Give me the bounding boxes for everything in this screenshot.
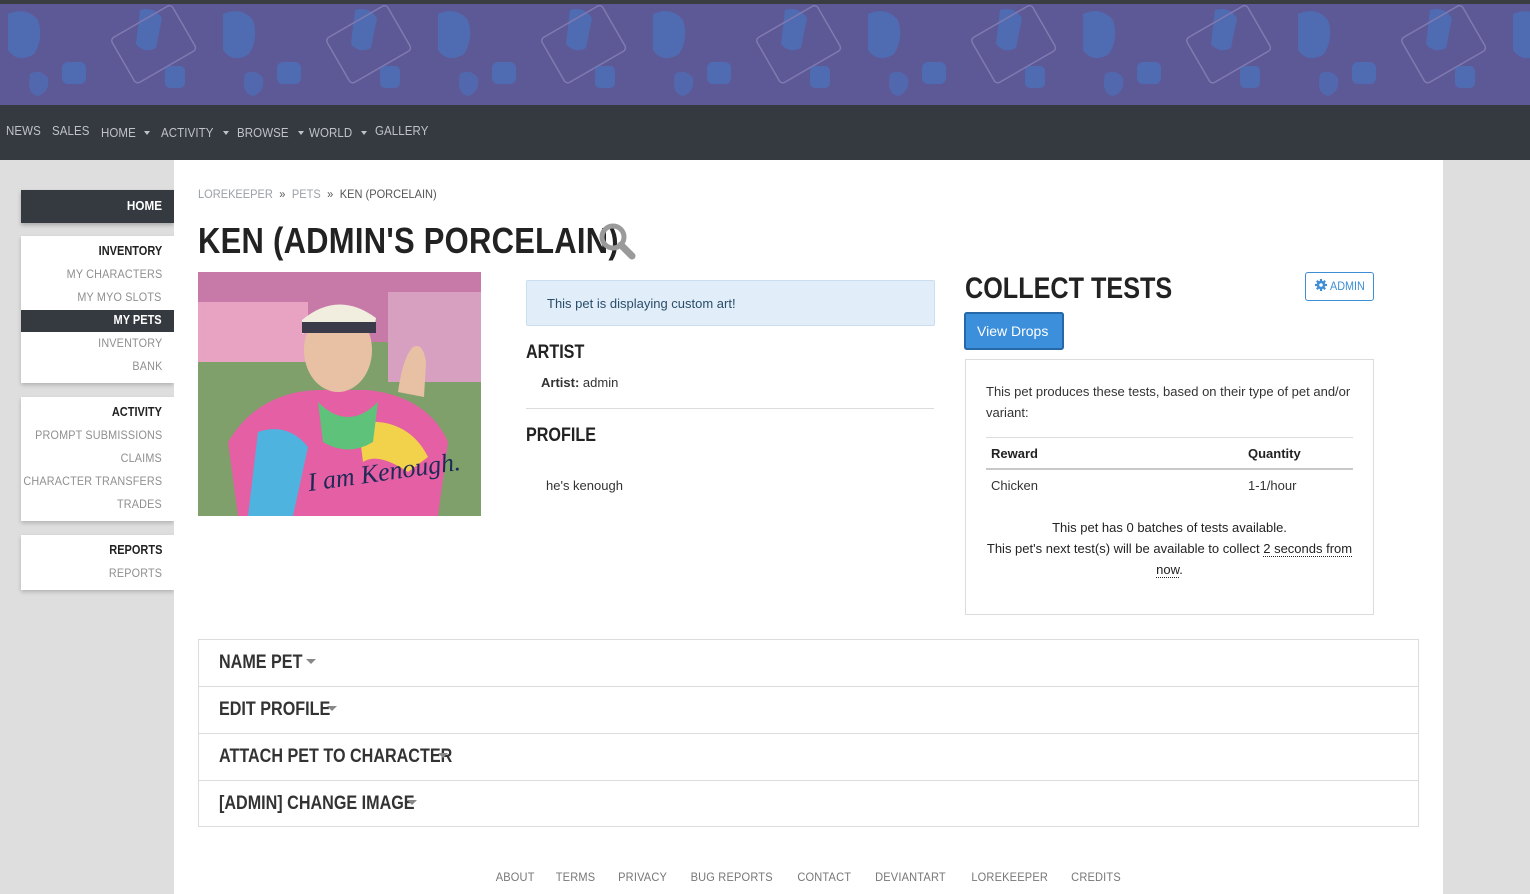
- main-content: LOREKEEPER» PETS» KEN (PORCELAIN) KEN (ADM…: [174, 160, 1443, 894]
- sidebar-heading-activity: ACTIVITY: [111, 405, 162, 419]
- pet-image: I am Kenough.: [198, 272, 481, 516]
- breadcrumb-pets[interactable]: PETS: [292, 187, 321, 201]
- table-top-border: [986, 437, 1353, 438]
- sidebar-heading-inventory: INVENTORY: [98, 244, 162, 258]
- next-collect-time: 2 seconds from: [1263, 541, 1353, 557]
- artist-label: Artist:: [541, 375, 580, 390]
- custom-art-alert: This pet is displaying custom art!: [526, 280, 935, 326]
- accordion-name-pet[interactable]: NAME PET: [199, 640, 1418, 686]
- artist-line: Artist: admin: [541, 375, 618, 390]
- footer-credits[interactable]: CREDITS: [1072, 870, 1122, 884]
- nav-activity[interactable]: ACTIVITY: [161, 124, 230, 142]
- sidebar-home-label: HOME: [126, 198, 162, 213]
- drops-intro: This pet produces these tests, based on …: [986, 384, 1351, 420]
- chevron-down-icon: [407, 800, 417, 805]
- artist-value[interactable]: admin: [583, 375, 618, 390]
- sidebar-item-character-transfers[interactable]: CHARACTER TRANSFERS: [23, 474, 162, 488]
- next-collect-line: This pet's next test(s) will be availabl…: [986, 541, 1353, 578]
- next-collect-time-cont: now: [1156, 562, 1180, 578]
- sidebar-item-bank[interactable]: BANK: [132, 359, 162, 373]
- sidebar-item-trades[interactable]: TRADES: [117, 497, 162, 511]
- artist-heading: ARTIST: [526, 342, 585, 363]
- table-header-reward: Reward: [991, 446, 1038, 461]
- accordion-attach-pet[interactable]: ATTACH PET TO CHARACTER: [199, 733, 1418, 780]
- profile-text: he's kenough: [546, 478, 623, 493]
- footer-privacy[interactable]: PRIVACY: [618, 870, 667, 884]
- table-header-border: [986, 468, 1353, 470]
- nav-world[interactable]: WORLD: [309, 124, 368, 142]
- footer-about[interactable]: ABOUT: [495, 870, 534, 884]
- chevron-down-icon: [306, 659, 316, 664]
- batches-line: This pet has 0 batches of tests availabl…: [1052, 520, 1287, 535]
- sidebar-item-prompt-submissions[interactable]: PROMPT SUBMISSIONS: [35, 428, 162, 442]
- sidebar-home[interactable]: HOME: [21, 190, 174, 223]
- breadcrumb: LOREKEEPER» PETS» KEN (PORCELAIN): [198, 187, 437, 201]
- sidebar-reports-section: REPORTS REPORTS: [21, 535, 174, 590]
- breadcrumb-lorekeeper[interactable]: LOREKEEPER: [198, 187, 273, 201]
- divider: [526, 408, 934, 409]
- accordion-change-image[interactable]: [ADMIN] CHANGE IMAGE: [199, 780, 1418, 827]
- top-navbar: NEWS SALES HOME ACTIVITY BROWSE WORLD GA…: [0, 105, 1530, 160]
- nav-home[interactable]: HOME: [101, 124, 150, 142]
- breadcrumb-current: KEN (PORCELAIN): [339, 187, 437, 201]
- nav-browse[interactable]: BROWSE: [237, 124, 305, 142]
- gear-icon: [1315, 279, 1327, 294]
- accordion-edit-profile[interactable]: EDIT PROFILE: [199, 686, 1418, 733]
- page-title: KEN (ADMIN'S PORCELAIN): [198, 220, 619, 261]
- sidebar-item-my-myo-slots[interactable]: MY MYO SLOTS: [78, 290, 162, 304]
- footer-lorekeeper[interactable]: LOREKEEPER: [971, 870, 1048, 884]
- collect-tests-title: COLLECT TESTS: [965, 272, 1173, 305]
- chevron-down-icon: [298, 131, 305, 135]
- drops-panel: This pet produces these tests, based on …: [965, 359, 1374, 615]
- site-banner: [0, 4, 1530, 105]
- sidebar-inventory-section: INVENTORY MY CHARACTERS MY MYO SLOTS MY …: [21, 236, 174, 383]
- sidebar-item-claims[interactable]: CLAIMS: [121, 451, 162, 465]
- sidebar-heading-reports: REPORTS: [108, 543, 162, 557]
- chevron-down-icon: [438, 753, 448, 758]
- batches-info: This pet has 0 batches of tests availabl…: [986, 517, 1353, 580]
- table-cell-reward[interactable]: Chicken: [991, 478, 1038, 493]
- chevron-down-icon: [143, 131, 150, 135]
- pet-actions-accordion: NAME PET EDIT PROFILE ATTACH PET TO CHAR…: [198, 639, 1419, 827]
- sidebar-item-reports[interactable]: REPORTS: [109, 566, 162, 580]
- nav-news[interactable]: NEWS: [6, 124, 41, 138]
- footer-terms[interactable]: TERMS: [556, 870, 596, 884]
- sidebar-item-my-pets[interactable]: MY PETS: [21, 310, 174, 332]
- table-header-quantity: Quantity: [1248, 446, 1301, 461]
- footer-contact[interactable]: CONTACT: [798, 870, 852, 884]
- sidebar-item-inventory[interactable]: INVENTORY: [98, 336, 162, 350]
- footer-bug-reports[interactable]: BUG REPORTS: [691, 870, 773, 884]
- table-cell-quantity: 1-1/hour: [1248, 478, 1297, 493]
- chevron-down-icon: [327, 706, 337, 711]
- chevron-down-icon: [223, 131, 230, 135]
- footer-deviantart[interactable]: DEVIANTART: [875, 870, 946, 884]
- chevron-down-icon: [361, 131, 368, 135]
- footer-links: ABOUT TERMS PRIVACY BUG REPORTS CONTACT …: [174, 868, 1443, 886]
- alert-text: This pet is displaying custom art!: [547, 296, 736, 311]
- nav-sales[interactable]: SALES: [52, 124, 90, 138]
- search-icon[interactable]: [598, 222, 636, 265]
- nav-gallery[interactable]: GALLERY: [375, 124, 428, 138]
- profile-heading: PROFILE: [526, 425, 596, 446]
- view-drops-button[interactable]: View Drops: [964, 312, 1064, 350]
- sidebar-item-my-characters[interactable]: MY CHARACTERS: [66, 267, 162, 281]
- admin-button[interactable]: ADMIN: [1305, 272, 1374, 301]
- sidebar-activity-section: ACTIVITY PROMPT SUBMISSIONS CLAIMS CHARA…: [21, 397, 174, 521]
